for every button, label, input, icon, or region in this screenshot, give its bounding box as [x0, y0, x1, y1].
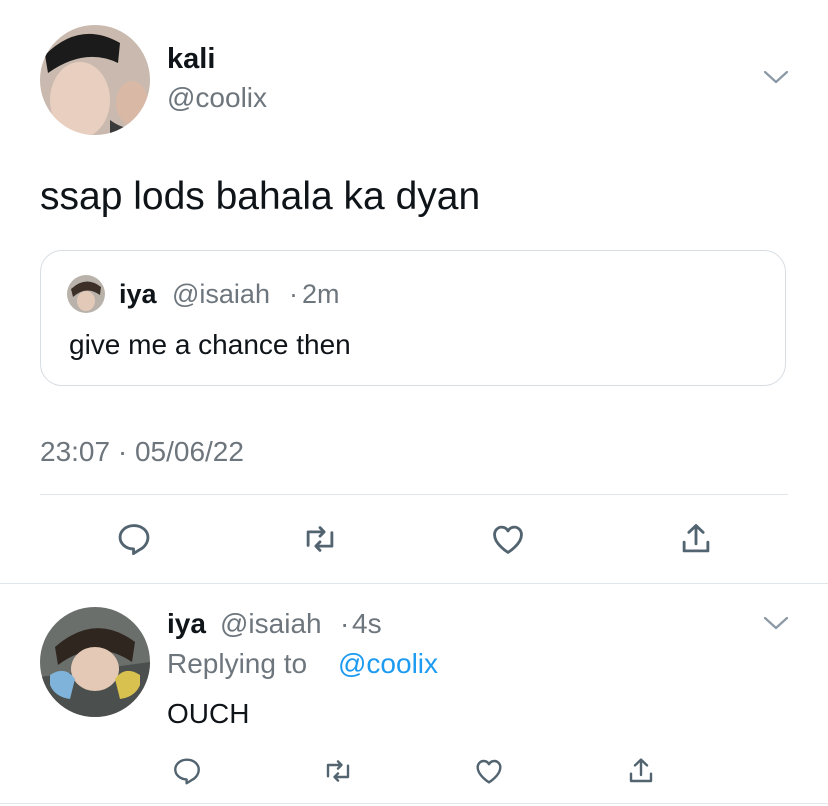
- replying-to-handle[interactable]: @coolix: [338, 648, 438, 680]
- retweet-icon[interactable]: [300, 520, 340, 558]
- quoted-tweet[interactable]: iya @isaiah · 2m give me a chance then: [40, 250, 786, 386]
- quoted-time: 2m: [302, 279, 340, 309]
- reply-separator: ·: [340, 608, 350, 639]
- quoted-text: give me a chance then: [69, 329, 351, 360]
- avatar-image: [40, 25, 150, 135]
- quoted-display-name: iya: [119, 279, 157, 309]
- display-name[interactable]: kali: [167, 43, 215, 76]
- reply-display-name[interactable]: iya: [167, 608, 206, 640]
- reply-time: 4s: [352, 608, 382, 639]
- share-icon[interactable]: [624, 755, 658, 787]
- comment-icon[interactable]: [170, 755, 204, 787]
- avatar[interactable]: [40, 25, 150, 135]
- tweet-text: ssap lods bahala ka dyan: [40, 175, 481, 218]
- user-handle[interactable]: @coolix: [167, 82, 267, 114]
- reply-avatar-image: [40, 607, 150, 717]
- quoted-separator: ·: [289, 279, 298, 309]
- divider: [40, 494, 788, 495]
- comment-icon[interactable]: [115, 520, 153, 558]
- heart-icon[interactable]: [488, 520, 528, 558]
- divider: [0, 803, 828, 804]
- tweet-timestamp[interactable]: 23:07 · 05/06/22: [40, 436, 244, 468]
- avatar[interactable]: [40, 607, 150, 717]
- replying-to-label: Replying to: [167, 648, 308, 679]
- reply-handle[interactable]: @isaiah: [220, 608, 322, 640]
- chevron-down-icon[interactable]: [762, 614, 790, 632]
- retweet-icon[interactable]: [320, 755, 356, 787]
- heart-icon[interactable]: [472, 755, 506, 787]
- quoted-handle: @isaiah: [172, 279, 270, 309]
- divider: [0, 583, 828, 584]
- reply-text: OUCH: [167, 698, 250, 729]
- share-icon[interactable]: [676, 520, 716, 558]
- quoted-avatar: [67, 275, 105, 313]
- chevron-down-icon[interactable]: [762, 68, 790, 86]
